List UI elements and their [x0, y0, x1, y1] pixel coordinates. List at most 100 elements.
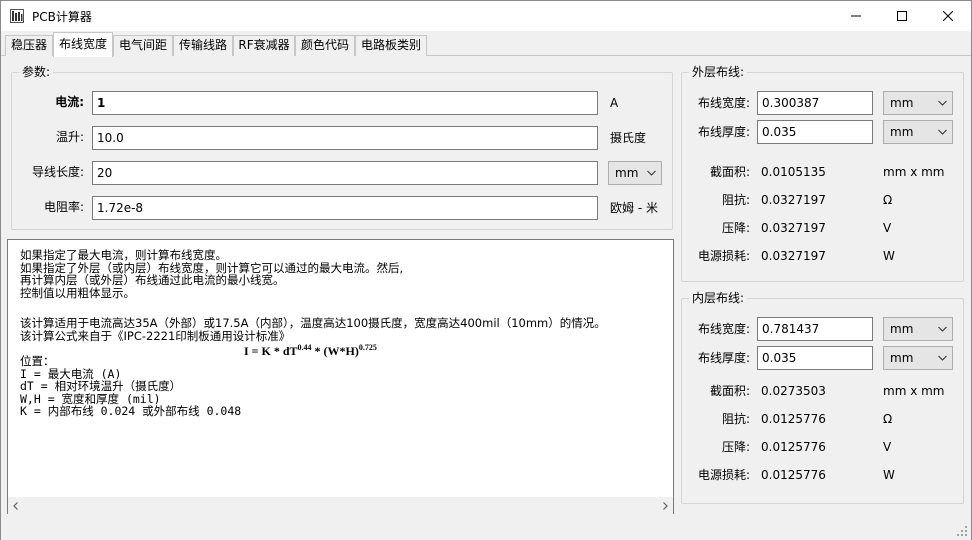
intro-line: 再计算内层（或外层）布线通过此电流的最小线宽。 [20, 273, 285, 288]
pcb-calculator-window: PCB计算器 稳压器 布线宽度 电气间距 传输线路 RF衰减器 颜色代码 电路板… [0, 0, 972, 540]
external-thickness-unit: mm [890, 125, 914, 139]
external-voltage-drop-unit: V [883, 221, 892, 235]
temp-rise-unit: 摄氏度 [610, 131, 647, 145]
scope-line: 该计算适用于电流高达35A（外部）或17.5A（内部），温度高达100摄氏度，宽… [20, 316, 606, 330]
params-group-title: 参数: [19, 65, 54, 80]
description-legend: 位置： I = 最大电流 (A) dT = 相对环境温升（摄氏度） W,H = 宽度和… [20, 355, 241, 418]
external-power-loss-label: 电源损耗: [697, 249, 750, 263]
scope-line: 该计算公式来自于《IPC-2221印制板通用设计标准》 [20, 328, 291, 343]
current-label: 电流: [55, 95, 84, 109]
internal-width-input[interactable]: 0.781437 [757, 317, 873, 341]
resistivity-input[interactable]: 1.72e-8 [92, 196, 598, 220]
intro-line: 如果指定了最大电流，则计算布线宽度。 [20, 248, 227, 262]
tab-transmission-line[interactable]: 传输线路 [173, 35, 233, 56]
calculator-app-icon [10, 9, 24, 23]
current-unit: A [610, 96, 619, 110]
temp-rise-label: 温升: [55, 130, 84, 144]
params-group: 参数: 电流: 1 A 温升: 10.0 摄氏度 导线长度: 20 mm 电阻率… [11, 65, 673, 230]
chevron-down-icon [938, 355, 947, 361]
tab-bar: 稳压器 布线宽度 电气间距 传输线路 RF衰减器 颜色代码 电路板类别 [1, 32, 971, 57]
intro-line: 控制值以用粗体显示。 [20, 285, 135, 300]
close-button[interactable] [925, 1, 971, 31]
internal-area-value: 0.0273503 [761, 384, 826, 398]
external-width-input[interactable]: 0.300387 [757, 91, 873, 115]
current-input[interactable]: 1 [92, 91, 598, 115]
internal-voltage-drop-value: 0.0125776 [761, 440, 826, 454]
description-textarea[interactable]: 如果指定了最大电流，则计算布线宽度。 如果指定了外层（或内层）布线宽度，则计算它可… [7, 239, 674, 515]
external-resistance-label: 阻抗: [721, 193, 750, 207]
legend-line: 位置： [20, 354, 55, 368]
chevron-down-icon [938, 100, 947, 106]
internal-thickness-unit-select[interactable]: mm [883, 346, 953, 370]
tab-electrical-spacing[interactable]: 电气间距 [113, 35, 173, 56]
length-unit-select[interactable]: mm [608, 161, 662, 185]
description-scope: 该计算适用于电流高达35A（外部）或17.5A（内部），温度高达100摄氏度，宽… [20, 317, 606, 342]
formula: I = K * dT0.44 * (W*H)0.725 [244, 343, 377, 359]
external-voltage-drop-value: 0.0327197 [761, 221, 826, 235]
tab-board-class[interactable]: 电路板类别 [355, 35, 427, 56]
internal-width-label: 布线宽度: [697, 322, 750, 336]
tab-rf-attenuator[interactable]: RF衰减器 [233, 35, 295, 56]
external-width-label: 布线宽度: [697, 96, 750, 110]
internal-power-loss-unit: W [883, 468, 895, 482]
internal-width-unit-select[interactable]: mm [883, 317, 953, 341]
legend-line: dT = 相对环境温升（摄氏度） [20, 379, 182, 394]
resize-grip-icon[interactable] [956, 525, 968, 537]
tab-regulator[interactable]: 稳压器 [5, 35, 53, 56]
tab-color-code[interactable]: 颜色代码 [295, 35, 355, 56]
internal-thickness-input[interactable]: 0.035 [757, 346, 873, 370]
internal-layer-group: 内层布线: 布线宽度: 0.781437 mm 布线厚度: 0.035 mm 截… [681, 291, 964, 504]
maximize-button[interactable] [879, 1, 925, 31]
title-bar[interactable]: PCB计算器 [1, 1, 971, 31]
external-width-unit: mm [890, 96, 914, 110]
external-power-loss-unit: W [883, 249, 895, 263]
internal-power-loss-value: 0.0125776 [761, 468, 826, 482]
internal-resistance-unit: Ω [883, 412, 893, 426]
track-width-panel: 参数: 电流: 1 A 温升: 10.0 摄氏度 导线长度: 20 mm 电阻率… [2, 56, 970, 515]
horizontal-scrollbar[interactable] [8, 497, 673, 514]
external-area-label: 截面积: [709, 165, 750, 179]
internal-area-unit: mm x mm [883, 384, 945, 398]
internal-power-loss-label: 电源损耗: [697, 468, 750, 482]
legend-line: K = 内部布线 0.024 或外部布线 0.048 [20, 404, 242, 419]
chevron-down-icon [938, 129, 947, 135]
external-width-unit-select[interactable]: mm [883, 91, 953, 115]
resistivity-label: 电阻率: [43, 200, 84, 214]
scroll-left-icon[interactable] [12, 502, 20, 510]
chevron-down-icon [647, 170, 656, 176]
status-bar [1, 514, 971, 540]
internal-resistance-label: 阻抗: [721, 412, 750, 426]
maximize-icon [897, 11, 907, 21]
formula-exponent: 0.44 [297, 343, 312, 352]
internal-group-title: 内层布线: [689, 291, 748, 306]
external-layer-group: 外层布线: 布线宽度: 0.300387 mm 布线厚度: 0.035 mm 截… [681, 65, 964, 282]
external-power-loss-value: 0.0327197 [761, 249, 826, 263]
scroll-right-icon[interactable] [661, 502, 669, 510]
external-area-unit: mm x mm [883, 165, 945, 179]
external-thickness-input[interactable]: 0.035 [757, 120, 873, 144]
external-group-title: 外层布线: [689, 65, 748, 80]
formula-main: I = K * dT [244, 344, 298, 358]
internal-voltage-drop-unit: V [883, 440, 892, 454]
external-area-value: 0.0105135 [761, 165, 826, 179]
length-unit-value: mm [615, 166, 639, 180]
tab-track-width[interactable]: 布线宽度 [53, 32, 113, 57]
external-thickness-unit-select[interactable]: mm [883, 120, 953, 144]
description-intro: 如果指定了最大电流，则计算布线宽度。 如果指定了外层（或内层）布线宽度，则计算它可… [20, 249, 403, 299]
minimize-button[interactable] [833, 1, 879, 31]
formula-exponent: 0.725 [358, 343, 377, 352]
temp-rise-input[interactable]: 10.0 [92, 126, 598, 150]
external-thickness-label: 布线厚度: [697, 125, 750, 139]
internal-thickness-unit: mm [890, 351, 914, 365]
external-resistance-unit: Ω [883, 193, 893, 207]
close-icon [943, 11, 953, 21]
chevron-down-icon [938, 326, 947, 332]
window-title: PCB计算器 [32, 10, 92, 24]
formula-mid: * (W*H) [311, 344, 359, 358]
internal-thickness-label: 布线厚度: [697, 351, 750, 365]
internal-resistance-value: 0.0125776 [761, 412, 826, 426]
length-label: 导线长度: [31, 165, 84, 179]
length-input[interactable]: 20 [92, 161, 598, 185]
internal-width-unit: mm [890, 322, 914, 336]
external-resistance-value: 0.0327197 [761, 193, 826, 207]
